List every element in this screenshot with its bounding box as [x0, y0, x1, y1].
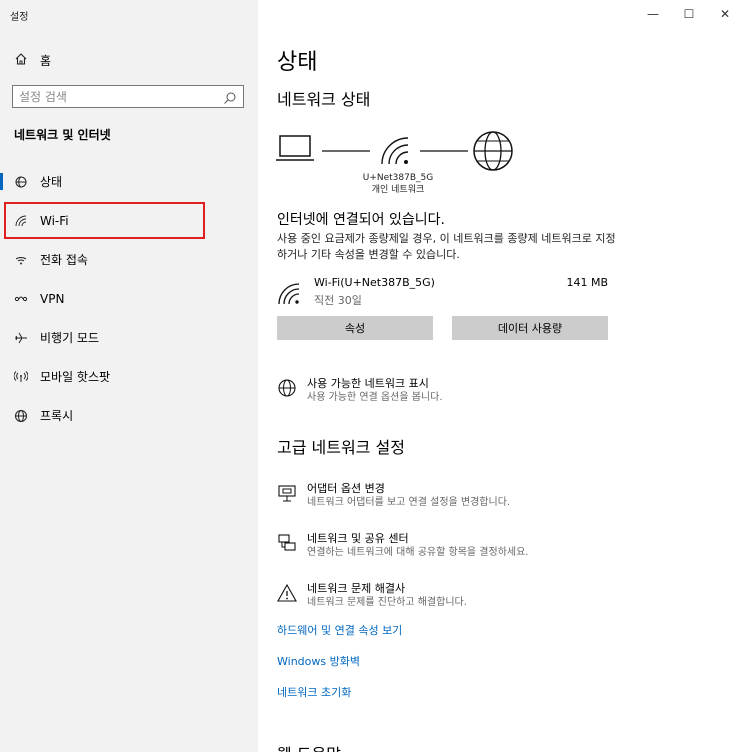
app-title: 설정: [10, 12, 29, 23]
status-icon: [14, 175, 28, 189]
data-usage-button[interactable]: 데이터 사용량: [452, 316, 608, 340]
sidebar-item-hotspot[interactable]: 모바일 핫스팟: [0, 357, 258, 396]
maximize-button[interactable]: ☐: [671, 0, 707, 28]
sidebar-item-label: 상태: [40, 175, 63, 189]
troubleshooter-link[interactable]: 네트워크 문제 해결사 네트워크 문제를 진단하고 해결합니다.: [277, 581, 467, 610]
diagram-network-name: U+Net387B_5G: [362, 173, 434, 183]
internet-globe-icon: [473, 131, 513, 171]
sidebar-section-title: 네트워크 및 인터넷: [14, 128, 111, 142]
home-nav[interactable]: 홈: [14, 52, 51, 69]
warning-icon: [277, 583, 297, 603]
sidebar-item-vpn[interactable]: VPN: [0, 279, 258, 318]
search-icon[interactable]: [223, 90, 237, 104]
sharing-center-link[interactable]: 네트워크 및 공유 센터 연결하는 네트워크에 대해 공유할 항목을 결정하세요…: [277, 531, 528, 560]
airplane-icon: [14, 331, 28, 345]
sidebar-item-label: 전화 접속: [40, 253, 88, 267]
wifi-icon: [277, 282, 301, 306]
close-button[interactable]: ✕: [707, 0, 743, 28]
sidebar-item-airplane[interactable]: 비행기 모드: [0, 318, 258, 357]
sidebar-item-proxy[interactable]: 프록시: [0, 396, 258, 435]
window-controls: — ☐ ✕: [635, 0, 743, 28]
vpn-icon: [14, 292, 28, 306]
page-title: 상태: [277, 50, 318, 75]
globe-icon: [14, 409, 28, 423]
adapter-options-title: 어댑터 옵션 변경: [307, 482, 385, 495]
sidebar-item-dialup[interactable]: 전화 접속: [0, 240, 258, 279]
adapter-options-link[interactable]: 어댑터 옵션 변경 네트워크 어댑터를 보고 연결 설정을 변경합니다.: [277, 481, 510, 510]
sharing-center-icon: [277, 533, 297, 553]
diagram-network-type: 개인 네트워크: [371, 185, 425, 195]
search-input[interactable]: [19, 89, 223, 104]
minimize-button[interactable]: —: [635, 0, 671, 28]
globe-icon: [277, 378, 297, 398]
wifi-connection-row: Wi-Fi(U+Net387B_5G) 직전 30일 141 MB: [277, 274, 608, 310]
hardware-properties-link[interactable]: 하드웨어 및 연결 속성 보기: [277, 622, 402, 638]
troubleshooter-desc: 네트워크 문제를 진단하고 해결합니다.: [307, 597, 467, 608]
sidebar-item-label: 프록시: [40, 409, 74, 423]
web-help-heading: 웹 도움말: [277, 741, 341, 752]
adapter-options-desc: 네트워크 어댑터를 보고 연결 설정을 변경합니다.: [307, 497, 511, 508]
sidebar-item-wifi[interactable]: Wi-Fi: [0, 201, 258, 240]
sidebar-item-label: 모바일 핫스팟: [40, 370, 111, 384]
sidebar-item-label: Wi-Fi: [40, 213, 69, 228]
network-status-heading: 네트워크 상태: [277, 90, 371, 109]
troubleshooter-title: 네트워크 문제 해결사: [307, 582, 406, 595]
main-content: — ☐ ✕ 상태 네트워크 상태 U+Net387B_5G 개인 네트워크 인터…: [258, 0, 743, 752]
laptop-icon: [276, 135, 314, 161]
properties-button[interactable]: 속성: [277, 316, 433, 340]
connection-name: Wi-Fi(U+Net387B_5G): [314, 276, 435, 289]
diagram-network-label: U+Net387B_5G 개인 네트워크: [353, 172, 443, 196]
firewall-link[interactable]: Windows 방화벽: [277, 653, 360, 669]
sidebar: 설정 홈 네트워크 및 인터넷 상태 Wi-Fi: [0, 0, 258, 752]
sidebar-item-label: 비행기 모드: [40, 331, 100, 345]
advanced-settings-heading: 고급 네트워크 설정: [277, 438, 405, 457]
sharing-center-desc: 연결하는 네트워크에 대해 공유할 항목을 결정하세요.: [307, 547, 529, 558]
wifi-signal-icon: [381, 137, 409, 165]
home-icon: [14, 52, 28, 69]
available-networks-link[interactable]: 사용 가능한 네트워크 표시 사용 가능한 연결 옵션을 봅니다.: [277, 376, 443, 405]
sidebar-item-status[interactable]: 상태: [0, 162, 258, 201]
adapter-icon: [277, 483, 297, 503]
available-networks-desc: 사용 가능한 연결 옵션을 봅니다.: [307, 392, 443, 403]
sidebar-item-label: VPN: [40, 291, 65, 306]
connection-period: 직전 30일: [314, 294, 362, 307]
data-usage-amount: 141 MB: [566, 276, 608, 289]
network-reset-link[interactable]: 네트워크 초기화: [277, 684, 351, 700]
dialup-icon: [14, 253, 28, 267]
connection-status-title: 인터넷에 연결되어 있습니다.: [277, 212, 445, 228]
connection-status-description: 사용 중인 요금제가 종량제일 경우, 이 네트워크를 종량제 네트워크로 지정…: [277, 232, 616, 261]
sidebar-nav: 상태 Wi-Fi 전화 접속 VPN 비행기 모드 모바일 핫스팟 프록시: [0, 162, 258, 435]
available-networks-title: 사용 가능한 네트워크 표시: [307, 377, 429, 390]
sharing-center-title: 네트워크 및 공유 센터: [307, 532, 409, 545]
wifi-icon: [14, 214, 28, 228]
search-box[interactable]: [12, 85, 244, 108]
hotspot-icon: [14, 370, 28, 384]
home-label: 홈: [40, 54, 52, 68]
